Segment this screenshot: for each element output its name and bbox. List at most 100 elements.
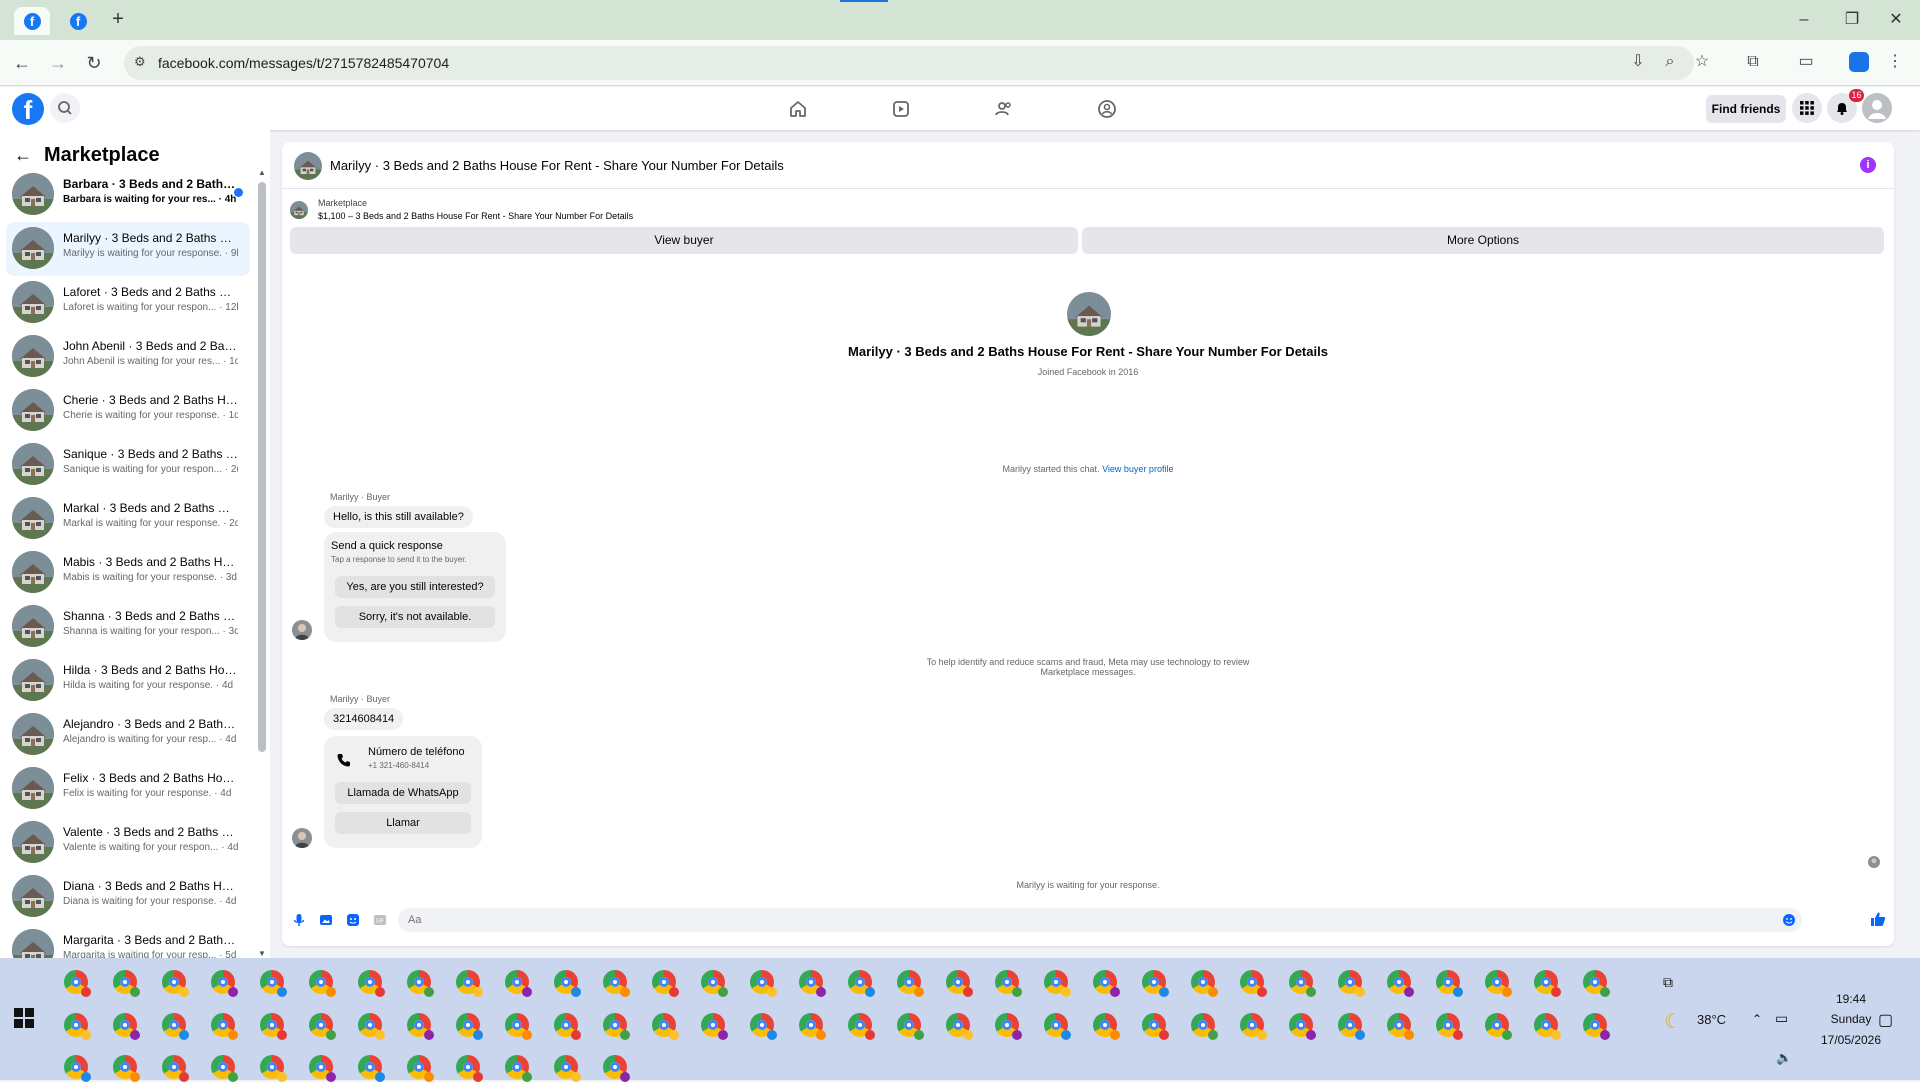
network-icon[interactable]: ▭ [1775,1010,1788,1027]
conversation-item[interactable]: Diana · 3 Beds and 2 Baths House For Ren… [6,870,250,924]
conversation-item[interactable]: Markal · 3 Beds and 2 Baths House For Re… [6,492,250,546]
windows-start-icon[interactable] [14,1008,34,1028]
taskbar-chrome-app[interactable] [1142,1013,1169,1040]
browser-menu-icon[interactable]: ⋮ [1884,51,1906,73]
conversation-item[interactable]: Sanique · 3 Beds and 2 Baths House For R… [6,438,250,492]
taskbar-chrome-app[interactable] [505,1013,532,1040]
taskbar-chrome-app[interactable] [554,970,581,997]
close-window-button[interactable]: ✕ [1884,8,1908,32]
taskbar-chrome-app[interactable] [1583,1013,1610,1040]
taskbar-chrome-app[interactable] [799,1013,826,1040]
taskbar-chrome-app[interactable] [64,1055,91,1082]
taskbar-chrome-app[interactable] [750,970,777,997]
install-app-icon[interactable]: ⇩ [1627,51,1649,73]
conversation-item[interactable]: Barbara · 3 Beds and 2 Baths House For R… [6,168,250,222]
taskbar-chrome-app[interactable] [1338,1013,1365,1040]
reload-button[interactable]: ↻ [82,51,106,75]
photo-icon[interactable] [319,913,333,927]
taskbar-chrome-app[interactable] [309,1013,336,1040]
search-button[interactable] [50,93,80,123]
call-button[interactable]: Llamar [335,812,471,834]
taskbar-chrome-app[interactable] [358,1013,385,1040]
taskbar-chrome-app[interactable] [995,1013,1022,1040]
more-options-button[interactable]: More Options [1082,227,1884,254]
taskbar-chrome-app[interactable] [701,1013,728,1040]
find-friends-button[interactable]: Find friends [1706,95,1786,123]
nav-home[interactable] [786,97,810,121]
taskbar-chrome-app[interactable] [211,970,238,997]
taskbar-chrome-app[interactable] [407,1055,434,1082]
bookmark-star-icon[interactable]: ☆ [1691,51,1713,73]
taskbar-chrome-app[interactable] [1387,1013,1414,1040]
new-tab-button[interactable]: + [108,8,128,32]
taskbar-chrome-app[interactable] [1289,1013,1316,1040]
conversation-item[interactable]: Felix · 3 Beds and 2 Baths House For Ren… [6,762,250,816]
volume-icon[interactable]: 🔈 [1776,1050,1792,1066]
taskbar-chrome-app[interactable] [260,1013,287,1040]
taskbar-chrome-app[interactable] [113,1013,140,1040]
taskbar-chrome-app[interactable] [162,970,189,997]
notification-center-icon[interactable]: ▢ [1878,1010,1893,1030]
restore-button[interactable]: ❐ [1840,8,1864,32]
buyer-avatar[interactable] [292,828,312,848]
taskbar-chrome-app[interactable] [750,1013,777,1040]
microphone-icon[interactable] [292,913,306,927]
clock-time[interactable]: 19:44 [1816,992,1886,1006]
profile-icon[interactable] [1848,51,1870,73]
browser-tab-facebook[interactable]: f [60,7,96,35]
site-info-icon[interactable]: ⚙ [134,54,146,70]
taskbar-chrome-app[interactable] [1485,1013,1512,1040]
taskbar-chrome-app[interactable] [1044,1013,1071,1040]
gif-icon[interactable]: GIF [373,913,387,927]
taskbar-chrome-app[interactable] [1387,970,1414,997]
taskbar-chrome-app[interactable] [1338,970,1365,997]
sticker-icon[interactable] [346,913,360,927]
taskbar-chrome-app[interactable] [1240,970,1267,997]
nav-groups[interactable] [1095,97,1119,121]
taskbar-chrome-app[interactable] [162,1055,189,1082]
taskbar-chrome-app[interactable] [1191,970,1218,997]
taskbar-chrome-app[interactable] [505,970,532,997]
nav-friends[interactable] [992,97,1016,121]
taskbar-chrome-app[interactable] [113,1055,140,1082]
browser-tab-facebook-active[interactable]: f [14,7,50,35]
taskbar-chrome-app[interactable] [652,1013,679,1040]
like-thumb-icon[interactable] [1870,911,1886,927]
zoom-icon[interactable]: ⌕ [1659,51,1681,73]
taskbar-chrome-app[interactable] [995,970,1022,997]
forward-button[interactable]: → [46,51,70,75]
taskbar-chrome-app[interactable] [456,1013,483,1040]
taskbar-chrome-app[interactable] [309,1055,336,1082]
taskbar-chrome-app[interactable] [456,1055,483,1082]
taskbar-chrome-app[interactable] [211,1013,238,1040]
taskbar-chrome-app[interactable] [64,1013,91,1040]
taskbar-chrome-app[interactable] [162,1013,189,1040]
taskbar-chrome-app[interactable] [64,970,91,997]
back-arrow-icon[interactable]: ← [14,145,32,166]
taskbar-chrome-app[interactable] [407,970,434,997]
taskbar-chrome-app[interactable] [211,1055,238,1082]
taskbar-chrome-app[interactable] [897,970,924,997]
conversation-item[interactable]: John Abenil · 3 Beds and 2 Baths House Jo… [6,330,250,384]
conversation-item[interactable]: Cherie · 3 Beds and 2 Baths House For Re… [6,384,250,438]
facebook-logo[interactable]: f [12,93,44,125]
taskbar-chrome-app[interactable] [1436,1013,1463,1040]
taskbar-chrome-app[interactable] [1583,970,1610,997]
taskbar-chrome-app[interactable] [1289,970,1316,997]
chat-title[interactable]: Marilyy · 3 Beds and 2 Baths House For R… [330,158,784,173]
taskbar-chrome-app[interactable] [652,970,679,997]
listing-thumbnail[interactable] [294,152,322,180]
conversation-item[interactable]: Mabis · 3 Beds and 2 Baths House For Ren… [6,546,250,600]
taskbar-chrome-app[interactable] [897,1013,924,1040]
taskbar-chrome-app[interactable] [848,970,875,997]
taskbar-chrome-app[interactable] [1534,1013,1561,1040]
taskbar-chrome-app[interactable] [1044,970,1071,997]
taskbar-chrome-app[interactable] [309,970,336,997]
whatsapp-call-button[interactable]: Llamada de WhatsApp [335,782,471,804]
view-buyer-profile-link[interactable]: View buyer profile [1102,464,1173,474]
menu-button[interactable] [1792,93,1822,123]
taskbar-chrome-app[interactable] [701,970,728,997]
view-buyer-button[interactable]: View buyer [290,227,1078,254]
conversation-item[interactable]: Hilda · 3 Beds and 2 Baths House For Ren… [6,654,250,708]
extensions-icon[interactable]: ⧉ [1742,51,1764,73]
